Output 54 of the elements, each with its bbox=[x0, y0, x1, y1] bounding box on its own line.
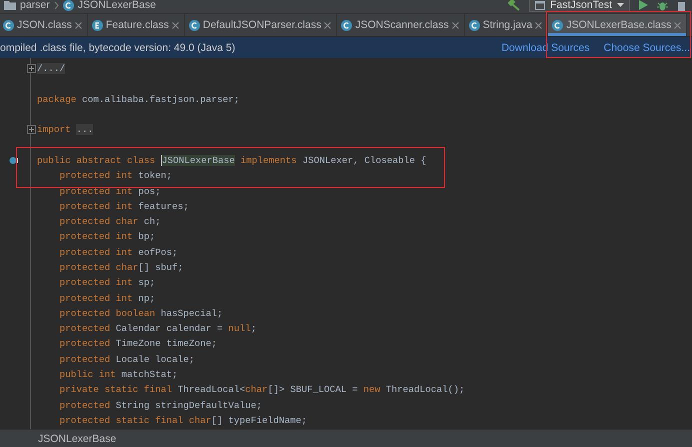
application-icon bbox=[535, 0, 546, 10]
class-icon bbox=[3, 20, 14, 30]
class-icon bbox=[62, 0, 74, 10]
close-icon[interactable] bbox=[172, 22, 179, 28]
code-line: protected int sp; bbox=[58, 277, 156, 288]
enum-icon bbox=[92, 20, 103, 30]
code-line: import ... bbox=[37, 124, 94, 136]
tool-icon[interactable] bbox=[677, 0, 686, 10]
class-icon bbox=[468, 20, 480, 30]
code-line: protected Calendar calendar = null; bbox=[58, 323, 256, 334]
close-icon[interactable] bbox=[452, 22, 459, 28]
code-line: protected TimeZone timeZone; bbox=[58, 338, 218, 350]
editor-tab[interactable]: DefaultJSONParser.class bbox=[184, 14, 338, 36]
code-line: protected int pos; bbox=[58, 186, 161, 197]
editor-tab[interactable]: JSON.class bbox=[0, 14, 88, 36]
banner-link[interactable]: Choose Sources... bbox=[604, 42, 690, 54]
class-icon bbox=[341, 20, 352, 30]
code-line: protected int token; bbox=[58, 170, 172, 182]
class-icon bbox=[552, 20, 564, 30]
code-line: public int matchStat; bbox=[58, 369, 178, 380]
status-text: JSONLexerBase bbox=[38, 432, 116, 444]
code-line: protected int np; bbox=[58, 292, 156, 304]
code-line: protected char[] sbuf; bbox=[58, 262, 184, 273]
code-line: protected int eofPos; bbox=[58, 246, 178, 258]
caret-icon bbox=[617, 3, 624, 7]
code-line: private static final ThreadLocal<char[]> SBUF_LOCAL = new ThreadLocal(); bbox=[58, 384, 465, 396]
code-line: protected int features; bbox=[58, 200, 189, 212]
code-line: protected static final char[] typeFieldName; bbox=[58, 414, 308, 426]
editor-tab[interactable]: Feature.class bbox=[88, 14, 185, 36]
editor-tab[interactable]: JSONScanner.class bbox=[337, 14, 465, 36]
close-icon[interactable] bbox=[535, 22, 542, 28]
fold-icon[interactable] bbox=[27, 64, 36, 73]
code-line: protected boolean hasSpecial; bbox=[58, 308, 223, 319]
run-icon[interactable] bbox=[639, 0, 648, 10]
close-icon[interactable] bbox=[74, 22, 82, 28]
code-line: package com.alibaba.fastjson.parser; bbox=[37, 94, 240, 105]
code-line: public abstract class JSONLexerBase implements JSONLexer, Closeable { bbox=[37, 154, 426, 166]
close-icon[interactable] bbox=[674, 22, 682, 28]
code-line: protected int bp; bbox=[58, 231, 156, 242]
banner-text: ompiled .class file, bytecode version: 49.0 (Java 5) bbox=[0, 42, 236, 54]
fold-icon[interactable] bbox=[27, 125, 36, 134]
breadcrumb-item[interactable]: JSONLexerBase bbox=[62, 0, 156, 11]
folder-icon bbox=[4, 0, 16, 10]
breadcrumb-item[interactable]: parser bbox=[4, 0, 50, 11]
chevron-icon bbox=[54, 0, 59, 10]
hammer-icon[interactable] bbox=[508, 0, 520, 11]
bug-icon[interactable] bbox=[657, 0, 668, 10]
code-line: protected String stringDefaultValue; bbox=[58, 400, 262, 411]
class-icon bbox=[188, 20, 200, 30]
code-line: protected Locale locale; bbox=[58, 354, 195, 365]
run-configuration-dropdown[interactable]: FastJsonTest bbox=[529, 0, 630, 12]
implements-icon[interactable] bbox=[9, 156, 19, 165]
close-icon[interactable] bbox=[324, 22, 332, 28]
code-line: protected char ch; bbox=[58, 216, 161, 228]
